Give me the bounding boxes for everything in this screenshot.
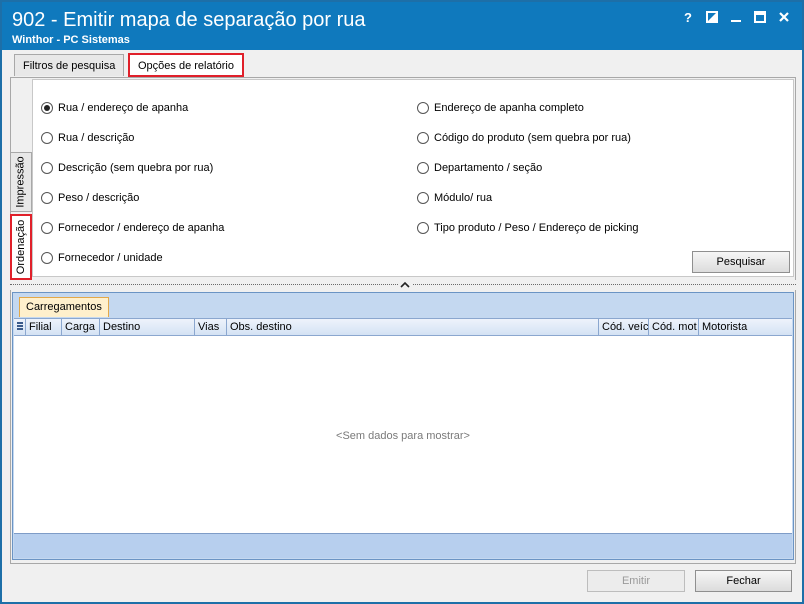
tab-opcoes-de-relatorio[interactable]: Opções de relatório [128,53,244,77]
radio-indicator [417,132,429,144]
minimize-icon [731,20,741,22]
column-header-cod-veiculo[interactable]: Cód. veíc [599,319,649,336]
title-bar[interactable]: 902 - Emitir mapa de separação por rua W… [2,2,802,50]
radio-indicator [41,102,53,114]
restore-button[interactable] [700,8,724,26]
window-subtitle: Winthor - PC Sistemas [12,34,130,46]
radio-label: Código do produto (sem quebra por rua) [434,132,631,144]
close-form-button[interactable]: Fechar [695,570,792,592]
grid-body[interactable]: <Sem dados para mostrar> [14,336,792,533]
radio-label: Módulo/ rua [434,192,493,204]
radio-indicator [417,102,429,114]
panel-splitter[interactable] [10,279,796,290]
side-tab-ordenacao-label: Ordenação [15,219,27,275]
radio-indicator [41,192,53,204]
radio-indicator [417,192,429,204]
window-controls: ? [676,8,796,26]
radio-label: Departamento / seção [434,162,543,174]
column-chooser-icon [17,322,23,330]
column-header-filial[interactable]: Filial [26,319,62,336]
side-tab-ordenacao[interactable]: Ordenação [10,214,32,280]
radio-label: Descrição (sem quebra por rua) [58,162,214,174]
column-header-destino[interactable]: Destino [100,319,195,336]
radio-label: Rua / endereço de apanha [58,102,189,114]
minimize-button[interactable] [724,8,748,26]
column-header-vias[interactable]: Vias [195,319,227,336]
ordering-options-panel: Rua / endereço de apanha Rua / descrição… [32,79,794,277]
window-title: 902 - Emitir mapa de separação por rua [12,9,366,31]
column-header-cod-motorista[interactable]: Cód. mot [649,319,699,336]
radio-indicator [41,252,53,264]
restore-icon [706,11,718,23]
radio-dot [44,105,50,111]
app-window: 902 - Emitir mapa de separação por rua W… [0,0,804,604]
radio-codigo-produto[interactable]: Código do produto (sem quebra por rua) [417,132,631,144]
close-icon [779,12,789,22]
collapse-arrow-button[interactable] [398,279,412,289]
empty-grid-message: <Sem dados para mostrar> [336,430,470,442]
radio-label: Peso / descrição [58,192,140,204]
radio-endereco-completo[interactable]: Endereço de apanha completo [417,102,584,114]
maximize-button[interactable] [748,8,772,26]
column-chooser-button[interactable] [14,319,26,336]
radio-descricao-sem-quebra[interactable]: Descrição (sem quebra por rua) [41,162,213,174]
radio-peso-descricao[interactable]: Peso / descrição [41,192,139,204]
column-header-motorista[interactable]: Motorista [699,319,792,336]
bottom-button-bar: Emitir Fechar [10,564,796,598]
radio-fornecedor-unidade[interactable]: Fornecedor / unidade [41,252,163,264]
column-header-carga[interactable]: Carga [62,319,100,336]
emit-button[interactable]: Emitir [587,570,685,592]
loads-grid-panel: Carregamentos Filial Carga Destino Vias … [12,292,794,560]
radio-indicator [41,132,53,144]
radio-tipo-produto-peso[interactable]: Tipo produto / Peso / Endereço de pickin… [417,222,638,234]
grid-header: Filial Carga Destino Vias Obs. destino C… [14,318,792,336]
radio-label: Fornecedor / unidade [58,252,163,264]
radio-label: Rua / descrição [58,132,135,144]
radio-label: Fornecedor / endereço de apanha [58,222,225,234]
close-button[interactable] [772,8,796,26]
radio-label: Tipo produto / Peso / Endereço de pickin… [434,222,639,234]
radio-label: Endereço de apanha completo [434,102,584,114]
column-header-obs-destino[interactable]: Obs. destino [227,319,599,336]
tab-filtros-de-pesquisa[interactable]: Filtros de pesquisa [14,54,125,76]
help-button[interactable]: ? [676,8,700,26]
side-tab-impressao[interactable]: Impressão [10,152,32,212]
radio-indicator [417,162,429,174]
search-button[interactable]: Pesquisar [692,251,790,273]
radio-rua-endereco-apanha[interactable]: Rua / endereço de apanha [41,102,188,114]
maximize-icon [754,11,766,23]
top-tabs: Filtros de pesquisa Opções de relatório [8,53,798,78]
radio-indicator [417,222,429,234]
radio-rua-descricao[interactable]: Rua / descrição [41,132,134,144]
radio-indicator [41,222,53,234]
radio-fornecedor-endereco[interactable]: Fornecedor / endereço de apanha [41,222,224,234]
radio-departamento-secao[interactable]: Departamento / seção [417,162,542,174]
radio-modulo-rua[interactable]: Módulo/ rua [417,192,492,204]
chevron-up-icon [400,281,410,288]
tab-carregamentos[interactable]: Carregamentos [19,297,109,317]
side-tab-impressao-label: Impressão [15,156,28,208]
help-icon: ? [684,9,692,25]
grid-footer [14,533,792,558]
radio-indicator [41,162,53,174]
